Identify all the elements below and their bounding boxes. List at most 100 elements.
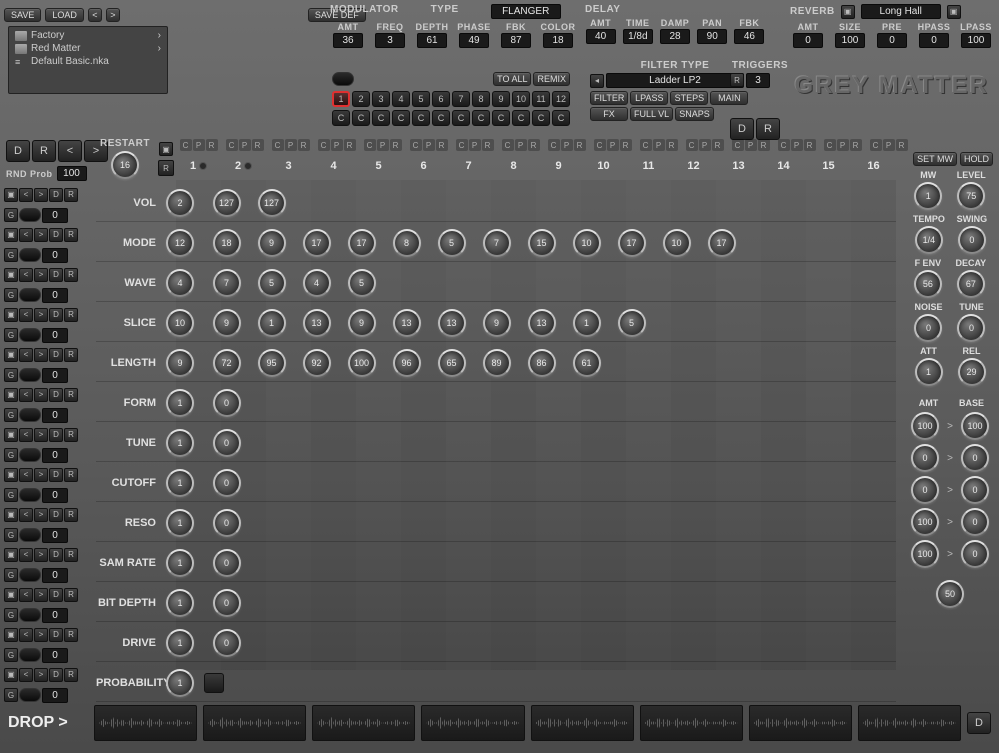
row-next[interactable]: >: [34, 228, 48, 242]
waveform-slot[interactable]: [858, 705, 961, 741]
step-knob[interactable]: 5: [618, 309, 646, 337]
row-prev[interactable]: <: [19, 508, 33, 522]
step-knob[interactable]: 92: [303, 349, 331, 377]
probability-knob[interactable]: 50: [936, 580, 964, 608]
param-value[interactable]: 100: [961, 33, 991, 48]
row-prev[interactable]: <: [19, 548, 33, 562]
row-g[interactable]: G: [4, 568, 18, 582]
row-g[interactable]: G: [4, 248, 18, 262]
row-enable[interactable]: [19, 328, 41, 342]
cpr-c[interactable]: C: [180, 139, 192, 151]
step-knob[interactable]: 0: [213, 589, 241, 617]
channel-copy-3[interactable]: C: [372, 110, 390, 126]
row-next[interactable]: >: [34, 428, 48, 442]
preset-folder[interactable]: Factory›: [11, 29, 165, 42]
triggers-d[interactable]: D: [730, 118, 754, 140]
amt-knob[interactable]: 0: [911, 444, 939, 472]
row-offset[interactable]: 0: [42, 408, 68, 423]
row-offset[interactable]: 0: [42, 288, 68, 303]
load-button[interactable]: LOAD: [45, 8, 84, 22]
row-g[interactable]: G: [4, 368, 18, 382]
step-knob[interactable]: 17: [708, 229, 736, 257]
row-random[interactable]: R: [64, 268, 78, 282]
cpr-r[interactable]: R: [574, 139, 586, 151]
cpr-p[interactable]: P: [837, 139, 849, 151]
cpr-p[interactable]: P: [285, 139, 297, 151]
row-default[interactable]: D: [49, 228, 63, 242]
filter-mode-button[interactable]: FULL VL: [630, 107, 673, 121]
channel-copy-2[interactable]: C: [352, 110, 370, 126]
next-button[interactable]: >: [106, 8, 120, 22]
step-knob[interactable]: 0: [213, 429, 241, 457]
amt-knob[interactable]: 100: [911, 508, 939, 536]
step-knob[interactable]: 96: [393, 349, 421, 377]
row-toggle[interactable]: ▣: [4, 668, 18, 682]
save-button[interactable]: SAVE: [4, 8, 41, 22]
row-prev[interactable]: <: [19, 268, 33, 282]
param-value[interactable]: 0: [919, 33, 949, 48]
row-g[interactable]: G: [4, 528, 18, 542]
step-led[interactable]: [244, 162, 252, 170]
row-offset[interactable]: 0: [42, 248, 68, 263]
row-enable[interactable]: [19, 408, 41, 422]
row-random[interactable]: R: [64, 188, 78, 202]
row-enable[interactable]: [19, 248, 41, 262]
row-default[interactable]: D: [49, 308, 63, 322]
channel-copy-9[interactable]: C: [492, 110, 510, 126]
base-knob[interactable]: 0: [961, 476, 989, 504]
cpr-r[interactable]: R: [712, 139, 724, 151]
row-next[interactable]: >: [34, 508, 48, 522]
right-knob[interactable]: 0: [914, 314, 942, 342]
row-random[interactable]: R: [64, 588, 78, 602]
row-toggle[interactable]: ▣: [4, 308, 18, 322]
cpr-r[interactable]: R: [666, 139, 678, 151]
cpr-r[interactable]: R: [804, 139, 816, 151]
step-knob[interactable]: 0: [213, 469, 241, 497]
row-toggle[interactable]: ▣: [4, 628, 18, 642]
base-knob[interactable]: 0: [961, 540, 989, 568]
row-prev[interactable]: <: [19, 628, 33, 642]
channel-select-7[interactable]: 7: [452, 91, 470, 107]
copy-arrow[interactable]: >: [947, 517, 953, 528]
cpr-c[interactable]: C: [272, 139, 284, 151]
cpr-r[interactable]: R: [298, 139, 310, 151]
param-value[interactable]: 0: [877, 33, 907, 48]
cpr-c[interactable]: C: [226, 139, 238, 151]
row-g[interactable]: G: [4, 288, 18, 302]
to-all-button[interactable]: TO ALL: [493, 72, 531, 86]
cpr-p[interactable]: P: [331, 139, 343, 151]
trigger-value[interactable]: 3: [746, 73, 770, 88]
cpr-r[interactable]: R: [252, 139, 264, 151]
row-offset[interactable]: 0: [42, 328, 68, 343]
param-value[interactable]: 36: [333, 33, 363, 48]
master-knob[interactable]: 12: [166, 229, 194, 257]
step-knob[interactable]: 5: [348, 269, 376, 297]
param-value[interactable]: 40: [586, 29, 616, 44]
cpr-r[interactable]: R: [206, 139, 218, 151]
filter-mode-button[interactable]: FILTER: [590, 91, 628, 105]
right-knob[interactable]: 56: [914, 270, 942, 298]
hold-button[interactable]: HOLD: [960, 152, 993, 166]
step-knob[interactable]: 17: [618, 229, 646, 257]
filter-mode-button[interactable]: SNAPS: [675, 107, 714, 121]
cpr-p[interactable]: P: [239, 139, 251, 151]
row-prev[interactable]: <: [19, 388, 33, 402]
waveform-slot[interactable]: [531, 705, 634, 741]
step-knob[interactable]: 9: [348, 309, 376, 337]
cpr-c[interactable]: C: [594, 139, 606, 151]
master-knob[interactable]: 10: [166, 309, 194, 337]
cpr-c[interactable]: C: [318, 139, 330, 151]
waveform-slot[interactable]: [94, 705, 197, 741]
channel-copy-1[interactable]: C: [332, 110, 350, 126]
right-knob[interactable]: 75: [957, 182, 985, 210]
cpr-c[interactable]: C: [778, 139, 790, 151]
step-knob[interactable]: 10: [663, 229, 691, 257]
row-toggle[interactable]: ▣: [4, 188, 18, 202]
row-offset[interactable]: 0: [42, 368, 68, 383]
row-next[interactable]: >: [34, 668, 48, 682]
channel-copy-10[interactable]: C: [512, 110, 530, 126]
right-knob[interactable]: 1: [915, 358, 943, 386]
channel-copy-5[interactable]: C: [412, 110, 430, 126]
cpr-r[interactable]: R: [528, 139, 540, 151]
row-default[interactable]: D: [49, 268, 63, 282]
